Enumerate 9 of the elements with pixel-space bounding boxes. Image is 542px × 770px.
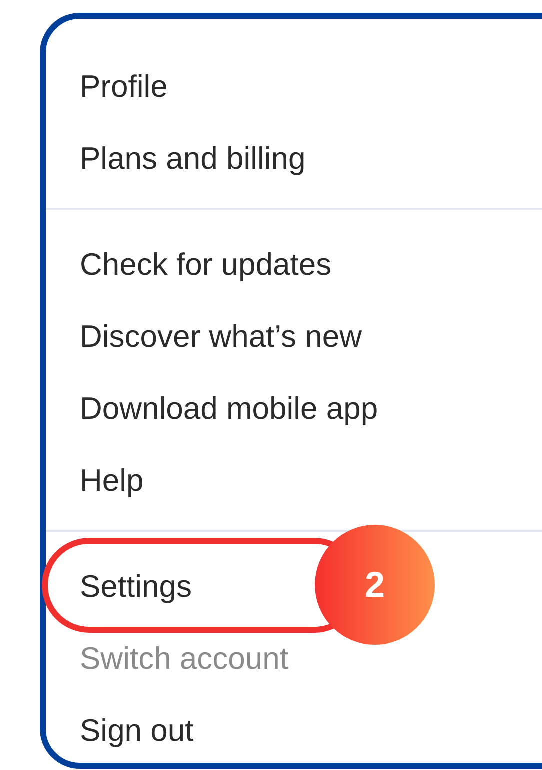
step-badge: 2 bbox=[315, 525, 435, 645]
menu-item[interactable]: Help bbox=[80, 445, 144, 517]
menu-item[interactable]: Check for updates bbox=[80, 229, 332, 301]
menu-item[interactable]: Profile bbox=[80, 51, 168, 123]
menu-item[interactable]: Settings bbox=[80, 551, 192, 623]
menu-item[interactable]: Plans and billing bbox=[80, 123, 306, 195]
menu-item[interactable]: Discover what’s new bbox=[80, 301, 362, 373]
menu-item[interactable]: Download mobile app bbox=[80, 373, 378, 445]
menu-item[interactable]: Sign out bbox=[80, 695, 194, 767]
